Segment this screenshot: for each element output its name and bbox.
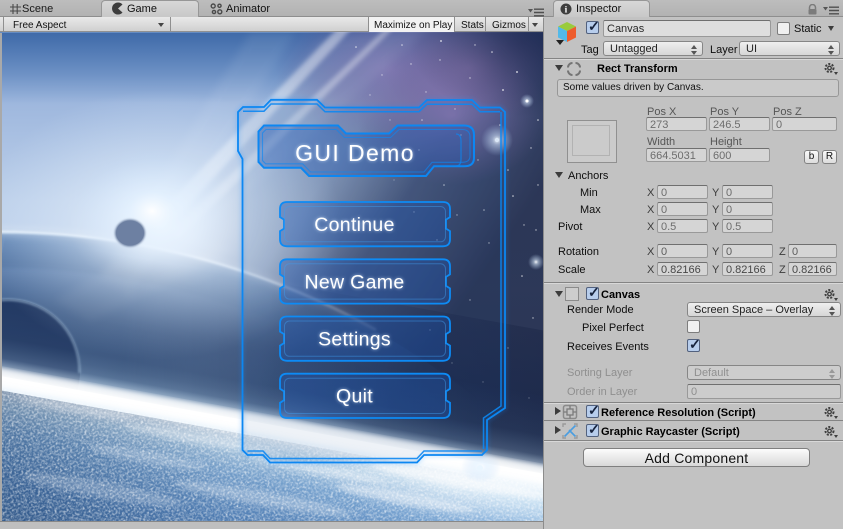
svg-text:New Game: New Game <box>305 271 405 293</box>
svg-text:Continue: Continue <box>314 214 394 236</box>
svg-text:i: i <box>565 5 568 15</box>
svg-text:GUI Demo: GUI Demo <box>295 140 415 166</box>
svg-text:Settings: Settings <box>318 329 391 351</box>
svg-text:Quit: Quit <box>336 386 373 408</box>
